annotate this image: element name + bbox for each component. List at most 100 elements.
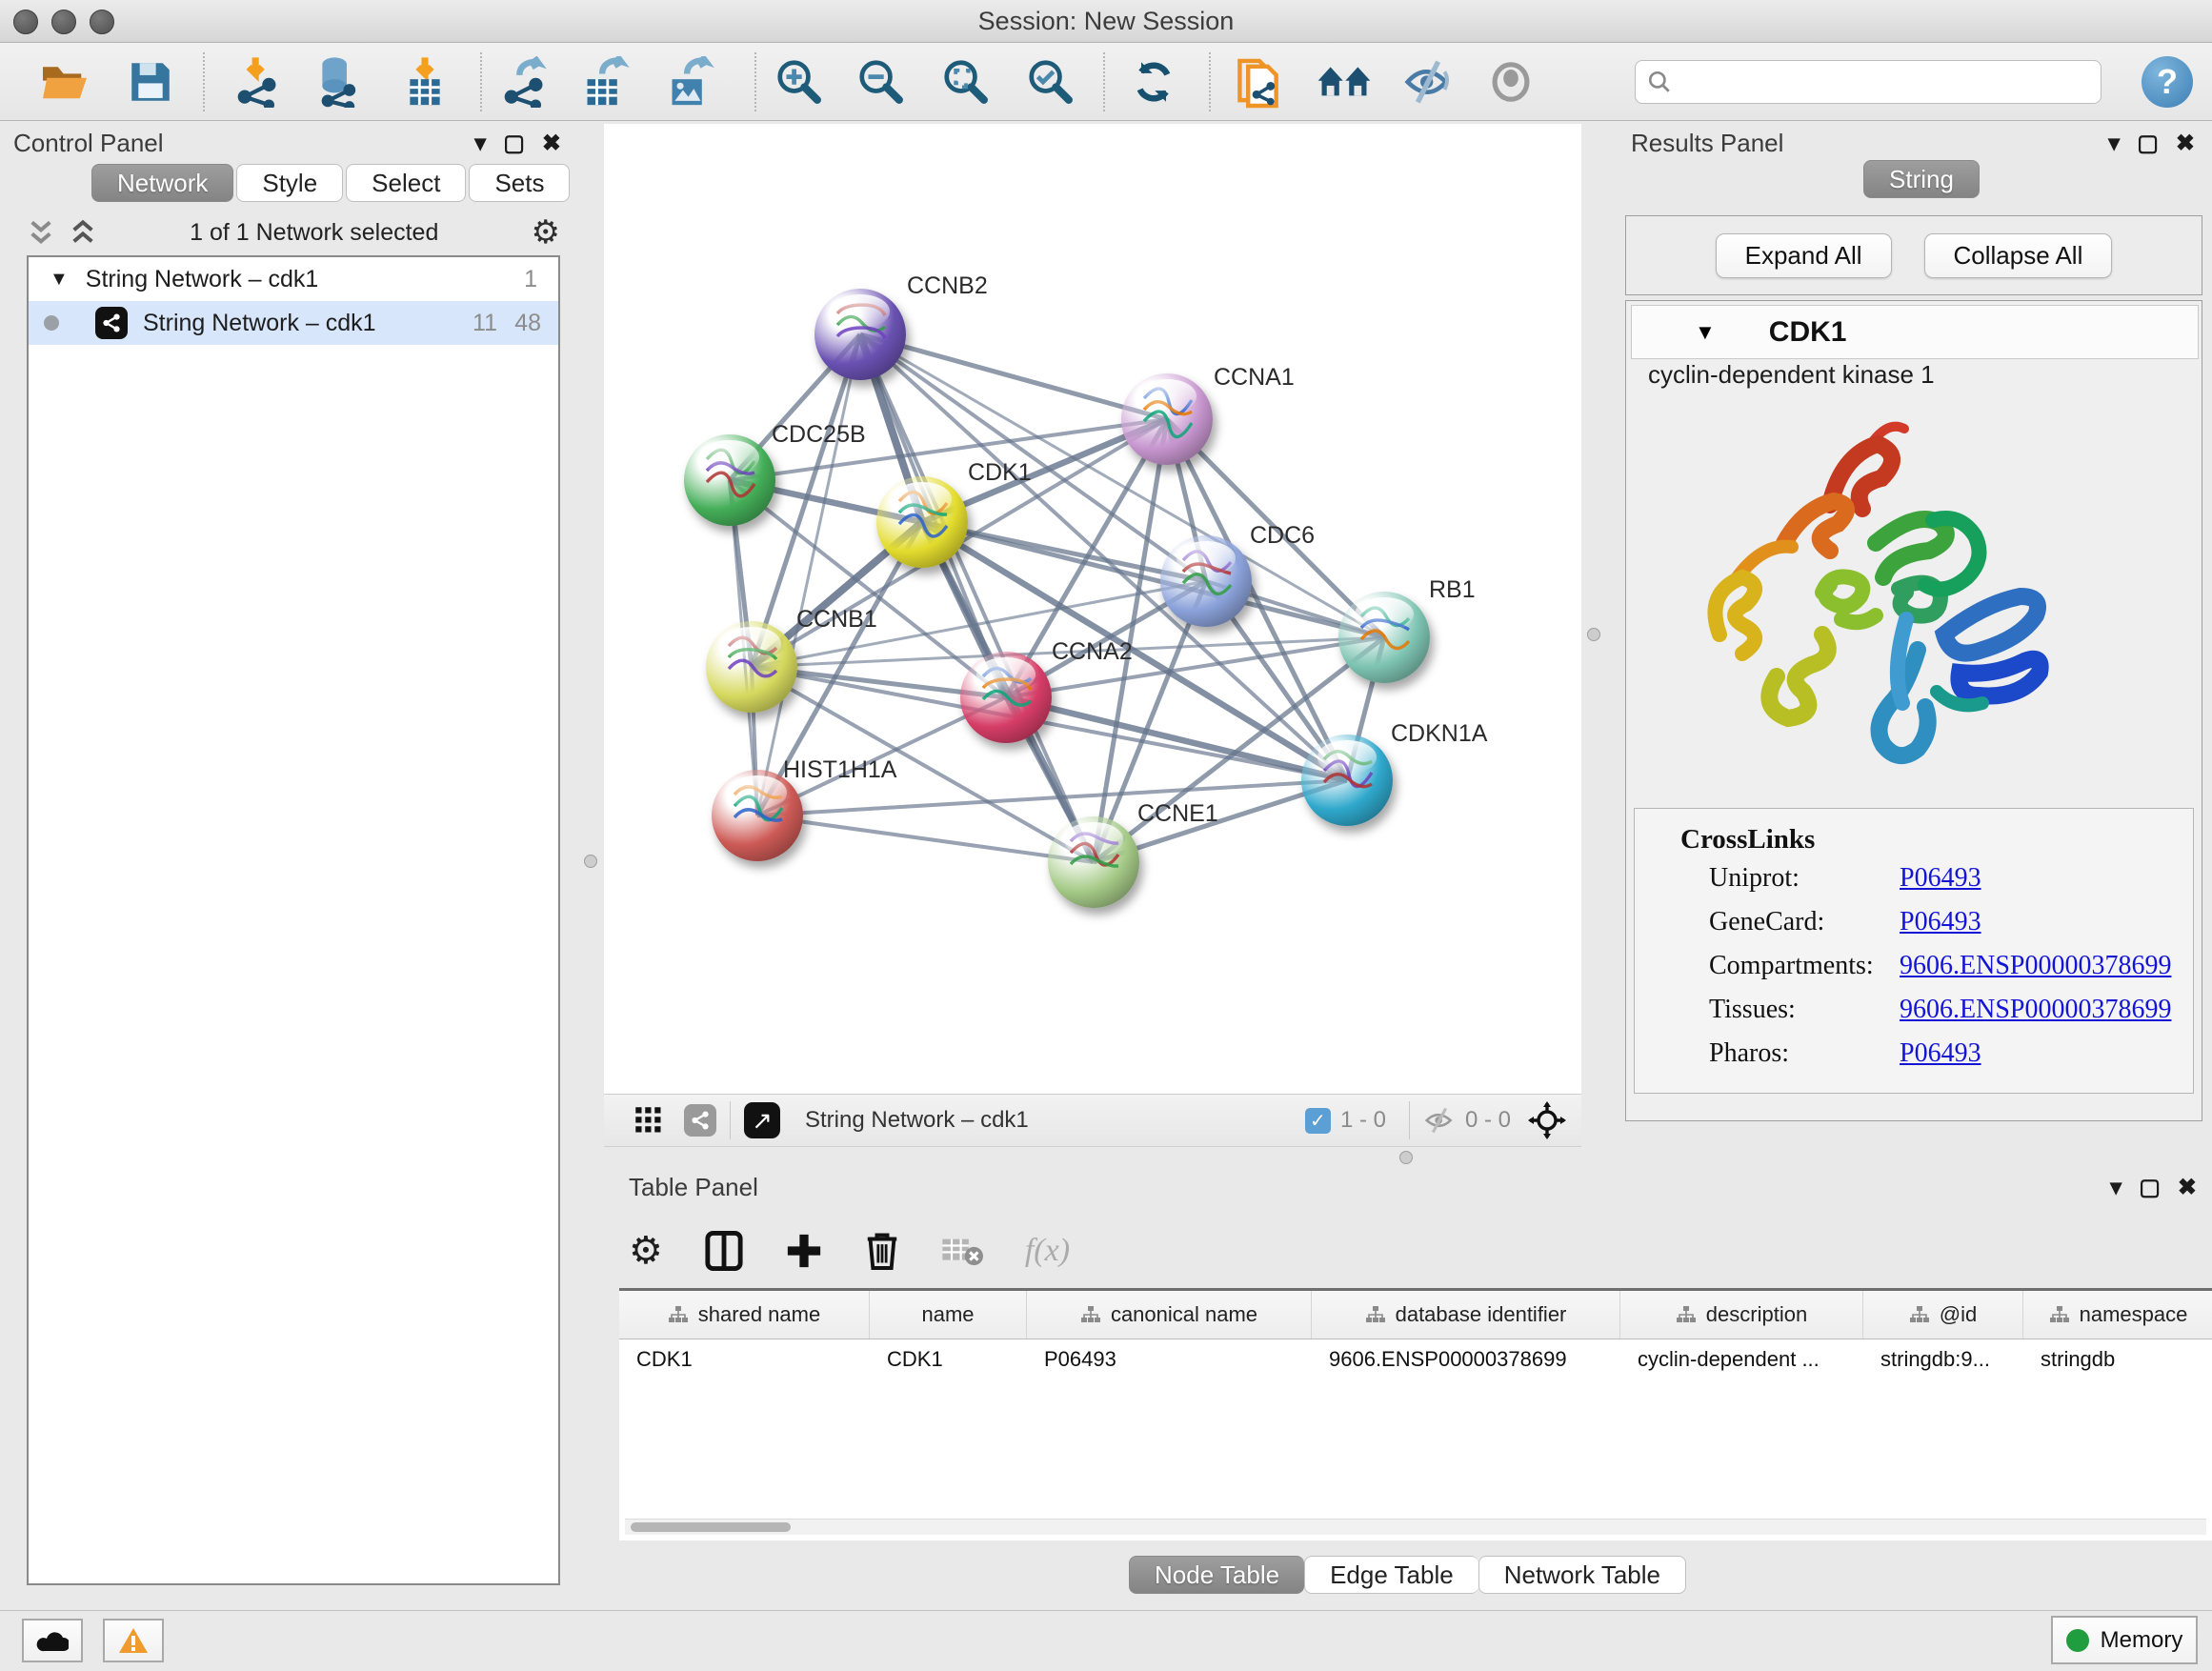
edge-CDK1-RB1[interactable] bbox=[922, 522, 1384, 637]
results-panel-menu-icon[interactable]: ▾ bbox=[2108, 130, 2120, 157]
edge-HIST1H1A-CCNE1[interactable] bbox=[757, 815, 1094, 862]
node-gloss bbox=[831, 294, 889, 329]
edge-CCNB2-HIST1H1A[interactable] bbox=[757, 334, 860, 815]
birdseye-grid-icon[interactable] bbox=[634, 1106, 663, 1135]
table-row[interactable]: CDK1CDK1P064939606.ENSP00000378699cyclin… bbox=[619, 1339, 2212, 1379]
control-panel-tab-sets[interactable]: Sets bbox=[469, 164, 570, 202]
export-table-button[interactable] bbox=[575, 54, 634, 110]
import-table-file-button[interactable] bbox=[395, 54, 454, 110]
results-tab-string[interactable]: String bbox=[1863, 160, 1982, 198]
show-glass-button[interactable] bbox=[1481, 54, 1540, 110]
results-panel-float-icon[interactable]: ▢ bbox=[2137, 130, 2159, 157]
hide-glass-button[interactable] bbox=[1398, 54, 1458, 110]
memory-button[interactable]: Memory bbox=[2051, 1616, 2198, 1664]
node-CCNB1[interactable] bbox=[706, 621, 797, 713]
clone-network-button[interactable] bbox=[1230, 54, 1289, 110]
fit-selection-crosshair-icon[interactable] bbox=[1528, 1101, 1566, 1139]
table-settings-gear-icon[interactable]: ⚙ bbox=[629, 1229, 663, 1273]
expand-all-button[interactable]: Expand All bbox=[1716, 233, 1892, 278]
crosslink-link[interactable]: P06493 bbox=[1900, 863, 1981, 894]
right-splitter-handle[interactable] bbox=[1587, 628, 1600, 641]
control-panel-menu-icon[interactable]: ▾ bbox=[474, 130, 486, 157]
control-panel-header: Control Panel ▾ ▢ ✖ bbox=[13, 126, 561, 160]
refresh-button[interactable] bbox=[1124, 54, 1183, 110]
gene-expander-icon[interactable]: ▼ bbox=[1695, 320, 1716, 345]
table-panel-float-icon[interactable]: ▢ bbox=[2139, 1174, 2161, 1201]
node-CCNA2[interactable] bbox=[960, 652, 1052, 743]
column-header--id[interactable]: @id bbox=[1863, 1291, 2023, 1339]
zoom-out-button[interactable] bbox=[852, 54, 911, 110]
table-cell[interactable]: CDK1 bbox=[870, 1339, 1027, 1379]
column-header-canonical-name[interactable]: canonical name bbox=[1027, 1291, 1312, 1339]
node-CDKN1A[interactable] bbox=[1301, 735, 1393, 826]
table-cell[interactable]: 9606.ENSP00000378699 bbox=[1312, 1339, 1620, 1379]
control-panel-tab-network[interactable]: Network bbox=[91, 164, 233, 202]
search-input[interactable] bbox=[1672, 68, 2076, 96]
control-panel-close-icon[interactable]: ✖ bbox=[542, 130, 561, 157]
left-splitter-handle[interactable] bbox=[584, 855, 597, 868]
node-RB1[interactable] bbox=[1338, 592, 1430, 683]
open-in-window-icon[interactable]: ↗ bbox=[744, 1102, 780, 1138]
network-collection-row[interactable]: ▼ String Network – cdk1 1 bbox=[29, 257, 558, 301]
string-homes-button[interactable] bbox=[1315, 54, 1374, 110]
open-session-button[interactable] bbox=[35, 54, 94, 110]
node-CCNE1[interactable] bbox=[1048, 816, 1139, 908]
selected-nodes-checkbox[interactable]: ✓ bbox=[1305, 1108, 1331, 1134]
network-row-selected[interactable]: String Network – cdk1 11 48 bbox=[29, 301, 558, 345]
scrollbar-thumb[interactable] bbox=[631, 1522, 791, 1532]
control-panel-tab-select[interactable]: Select bbox=[346, 164, 466, 202]
bottom-splitter-handle[interactable] bbox=[1399, 1151, 1413, 1164]
results-panel-close-icon[interactable]: ✖ bbox=[2176, 130, 2195, 157]
help-button[interactable]: ? bbox=[2142, 56, 2193, 108]
node-CDC25B[interactable] bbox=[684, 434, 775, 526]
delete-column-trash-icon[interactable] bbox=[865, 1230, 899, 1272]
cloud-status-button[interactable] bbox=[22, 1619, 83, 1662]
show-columns-icon[interactable] bbox=[705, 1230, 743, 1272]
add-column-plus-icon[interactable] bbox=[785, 1232, 823, 1270]
table-panel-menu-icon[interactable]: ▾ bbox=[2110, 1174, 2122, 1201]
expand-all-networks-icon[interactable] bbox=[69, 217, 97, 248]
table-cell[interactable]: P06493 bbox=[1027, 1339, 1312, 1379]
column-header-description[interactable]: description bbox=[1620, 1291, 1863, 1339]
table-cell[interactable]: CDK1 bbox=[619, 1339, 870, 1379]
table-horizontal-scrollbar[interactable] bbox=[625, 1519, 2206, 1535]
import-network-database-button[interactable] bbox=[308, 54, 367, 110]
warnings-button[interactable] bbox=[103, 1619, 164, 1662]
collapse-all-networks-icon[interactable] bbox=[27, 217, 55, 248]
results-actions-box: Expand All Collapse All bbox=[1625, 215, 2202, 295]
table-cell[interactable]: cyclin-dependent ... bbox=[1620, 1339, 1863, 1379]
export-network-button[interactable] bbox=[495, 54, 554, 110]
network-view-canvas[interactable]: CCNB2CCNA1CDC25BCDK1CDC6RB1CCNB1CCNA2CDK… bbox=[604, 124, 1581, 1094]
column-header-database-identifier[interactable]: database identifier bbox=[1312, 1291, 1620, 1339]
table-panel-close-icon[interactable]: ✖ bbox=[2178, 1174, 2197, 1201]
tab-edge-table[interactable]: Edge Table bbox=[1304, 1556, 1478, 1594]
export-image-button[interactable] bbox=[660, 54, 719, 110]
column-header-shared-name[interactable]: shared name bbox=[619, 1291, 870, 1339]
collapse-all-button[interactable]: Collapse All bbox=[1924, 233, 2113, 278]
crosslink-link[interactable]: 9606.ENSP00000378699 bbox=[1900, 951, 2171, 981]
table-cell[interactable]: stringdb:9... bbox=[1863, 1339, 2023, 1379]
gene-section-header[interactable]: ▼ CDK1 bbox=[1631, 305, 2199, 359]
tab-node-table[interactable]: Node Table bbox=[1129, 1556, 1304, 1594]
crosslink-link[interactable]: P06493 bbox=[1900, 907, 1981, 937]
collection-expander-icon[interactable]: ▼ bbox=[50, 269, 69, 291]
control-panel-float-icon[interactable]: ▢ bbox=[503, 130, 525, 157]
column-header-name[interactable]: name bbox=[870, 1291, 1027, 1339]
node-CDK1[interactable] bbox=[876, 476, 968, 568]
save-session-button[interactable] bbox=[121, 54, 180, 110]
crosslink-link[interactable]: P06493 bbox=[1900, 1038, 1981, 1069]
string-toolbar-icon[interactable] bbox=[684, 1104, 716, 1137]
zoom-selected-button[interactable] bbox=[1021, 54, 1080, 110]
crosslink-link[interactable]: 9606.ENSP00000378699 bbox=[1900, 995, 2171, 1025]
zoom-fit-button[interactable] bbox=[936, 54, 995, 110]
tab-network-table[interactable]: Network Table bbox=[1478, 1556, 1686, 1594]
column-header-namespace[interactable]: namespace bbox=[2023, 1291, 2212, 1339]
node-CCNA1[interactable] bbox=[1121, 373, 1213, 465]
table-cell[interactable]: stringdb bbox=[2023, 1339, 2212, 1379]
node-CCNB2[interactable] bbox=[814, 289, 906, 380]
network-options-gear-icon[interactable]: ⚙ bbox=[532, 213, 560, 252]
import-network-file-button[interactable] bbox=[229, 54, 288, 110]
zoom-in-button[interactable] bbox=[770, 54, 829, 110]
control-panel-tab-style[interactable]: Style bbox=[236, 164, 343, 202]
node-CDC6[interactable] bbox=[1160, 535, 1252, 627]
